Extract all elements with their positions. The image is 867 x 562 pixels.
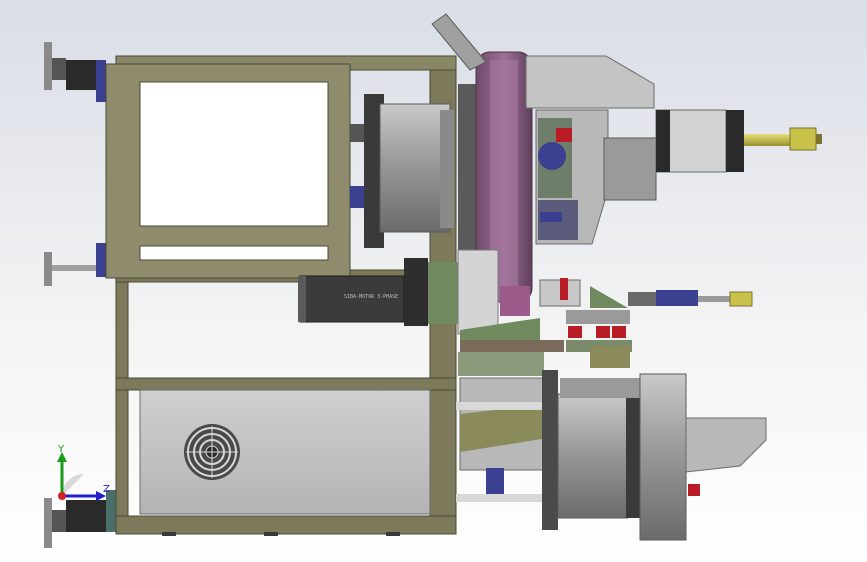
top-pneumatic-cylinder[interactable]	[655, 109, 822, 173]
leveling-foot-top[interactable]	[44, 42, 106, 102]
leveling-foot-bottom[interactable]	[44, 490, 120, 548]
z-axis-label: Z	[103, 484, 110, 495]
assembly-model[interactable]: SIBA-MOTOR 3-PHASE Y Z	[0, 0, 867, 562]
motor-label: SIBA-MOTOR 3-PHASE	[344, 294, 398, 300]
leveling-foot-middle[interactable]	[44, 243, 106, 286]
coordinate-triad: Y Z	[57, 444, 110, 501]
cad-model-viewport[interactable]: SIBA-MOTOR 3-PHASE Y Z	[0, 0, 867, 562]
cooling-fan[interactable]	[184, 424, 240, 480]
upper-spindle-housing[interactable]	[350, 94, 454, 248]
y-axis-label: Y	[57, 444, 65, 455]
lower-spindle-housing[interactable]	[456, 352, 767, 541]
